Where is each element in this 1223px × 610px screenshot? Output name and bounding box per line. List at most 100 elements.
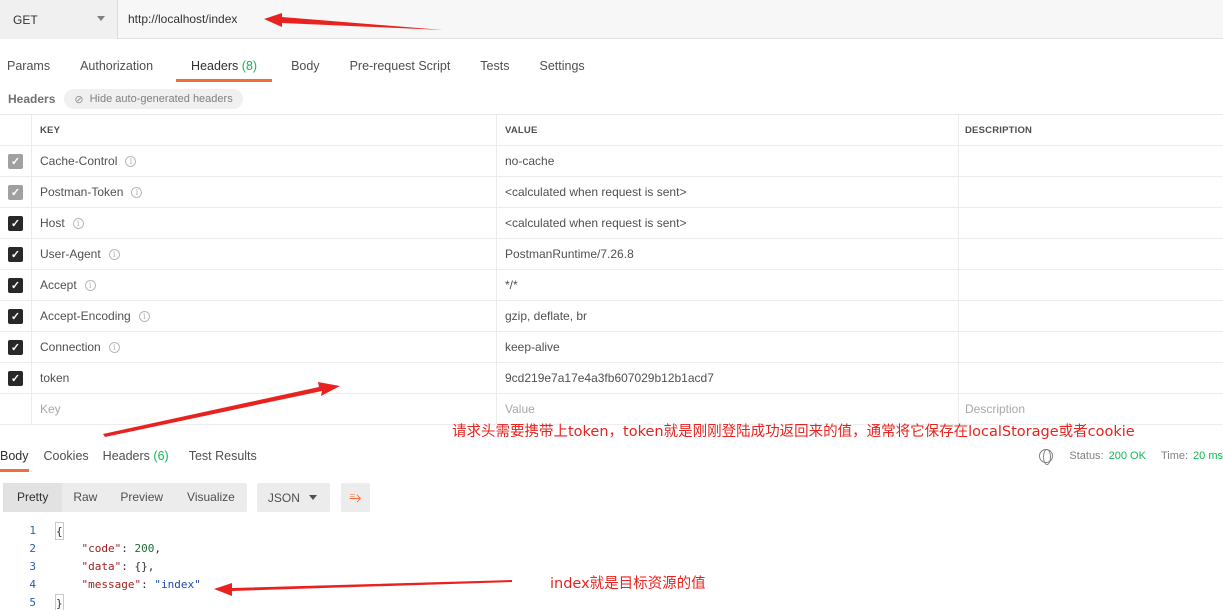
checkbox[interactable]: ✓: [8, 370, 23, 386]
info-icon[interactable]: i: [72, 217, 84, 229]
view-pretty-button[interactable]: Pretty: [3, 483, 63, 512]
info-icon[interactable]: i: [108, 248, 120, 260]
method-select[interactable]: GET: [0, 0, 118, 39]
line-number: 4: [29, 578, 36, 591]
checkbox[interactable]: ✓: [8, 308, 23, 324]
json-separator: :: [121, 542, 135, 555]
checkbox[interactable]: ✓: [8, 215, 23, 231]
header-key[interactable]: Postman-Token i: [32, 177, 497, 207]
code-bracket: {: [55, 522, 64, 540]
table-row: ✓ token 9cd219e7a17e4a3fb607029b12b1acd7: [0, 363, 1223, 394]
header-value[interactable]: keep-alive: [497, 332, 959, 362]
header-key[interactable]: Connection i: [32, 332, 497, 362]
header-value[interactable]: */*: [497, 270, 959, 300]
info-icon[interactable]: i: [125, 155, 137, 167]
tab-authorization[interactable]: Authorization: [73, 52, 160, 80]
globe-icon[interactable]: [1039, 449, 1054, 465]
header-key[interactable]: User-Agent i: [32, 239, 497, 269]
response-tab-body[interactable]: Body: [0, 444, 29, 472]
tab-label: Authorization: [80, 59, 154, 73]
tab-count: (6): [153, 449, 169, 463]
header-description[interactable]: [959, 208, 1223, 238]
info-icon[interactable]: i: [108, 341, 120, 353]
info-icon[interactable]: i: [84, 279, 96, 291]
response-tabs: Body Cookies Headers (6) Test Results: [0, 444, 271, 472]
header-description[interactable]: [959, 177, 1223, 207]
header-value[interactable]: no-cache: [497, 146, 959, 176]
header-value[interactable]: gzip, deflate, br: [497, 301, 959, 331]
code-gutter: [36, 576, 55, 594]
tab-label: Body: [291, 59, 320, 73]
index-arrow-icon: [214, 580, 512, 596]
tab-settings[interactable]: Settings: [532, 52, 591, 80]
checkbox-cell: ✓: [0, 177, 32, 207]
table-row: ✓ Accept i */*: [0, 270, 1223, 301]
check-icon: ✓: [10, 341, 21, 354]
url-input[interactable]: http://localhost/index: [118, 0, 1223, 38]
header-key[interactable]: token: [32, 363, 497, 393]
url-bar: GET http://localhost/index: [0, 0, 1223, 39]
code-line: 2 "code": 200,: [0, 540, 201, 558]
checkbox[interactable]: ✓: [8, 184, 23, 200]
header-key-text: Accept: [40, 278, 77, 292]
header-key-text: User-Agent: [40, 247, 101, 261]
view-raw-button[interactable]: Raw: [62, 483, 108, 512]
code-gutter: [36, 522, 55, 540]
header-key[interactable]: Host i: [32, 208, 497, 238]
header-key-text: Postman-Token: [40, 185, 124, 199]
info-icon[interactable]: i: [138, 310, 150, 322]
view-preview-button[interactable]: Preview: [108, 483, 175, 512]
header-description[interactable]: [959, 363, 1223, 393]
header-value[interactable]: 9cd219e7a17e4a3fb607029b12b1acd7: [497, 363, 959, 393]
eye-off-icon: ⊘: [74, 93, 84, 106]
json-key: "data": [81, 560, 122, 573]
checkbox[interactable]: ✓: [8, 339, 23, 355]
json-key: "code": [81, 542, 122, 555]
checkbox[interactable]: ✓: [8, 153, 23, 169]
hide-auto-headers-button[interactable]: ⊘ Hide auto-generated headers: [64, 89, 243, 109]
checkbox-column-header: [0, 115, 32, 145]
response-body-code[interactable]: 1{2 "code": 200, 3 "data": {}, 4 "message"…: [0, 522, 201, 610]
info-icon[interactable]: i: [131, 186, 143, 198]
status-value: 200 OK: [1108, 450, 1146, 462]
tab-count: (8): [241, 59, 258, 73]
tab-label: Params: [7, 59, 51, 73]
headers-toolbar: Headers ⊘ Hide auto-generated headers: [8, 89, 243, 109]
header-key[interactable]: Accept-Encoding i: [32, 301, 497, 331]
header-key[interactable]: Cache-Control i: [32, 146, 497, 176]
tab-label: Headers: [102, 449, 150, 463]
header-key-text: token: [40, 371, 70, 385]
header-value[interactable]: <calculated when request is sent>: [497, 177, 959, 207]
tab-headers[interactable]: Headers (8): [176, 52, 273, 82]
checkbox[interactable]: ✓: [8, 277, 23, 293]
table-row: ✓ Host i <calculated when request is sent>: [0, 208, 1223, 239]
checkbox[interactable]: ✓: [8, 246, 23, 262]
tab-label: Headers: [191, 59, 239, 73]
tab-params[interactable]: Params: [0, 52, 57, 80]
response-tab-cookies[interactable]: Cookies: [44, 444, 89, 468]
header-value[interactable]: <calculated when request is sent>: [497, 208, 959, 238]
view-visualize-button[interactable]: Visualize: [175, 483, 247, 512]
header-description[interactable]: [959, 301, 1223, 331]
response-tab-test-results[interactable]: Test Results: [189, 444, 257, 468]
json-key: "message": [81, 578, 142, 591]
format-select[interactable]: JSON: [256, 483, 330, 512]
checkbox-cell: ✓: [0, 301, 32, 331]
header-description[interactable]: [959, 146, 1223, 176]
new-key-input[interactable]: Key: [32, 394, 497, 424]
checkbox-cell: ✓: [0, 332, 32, 362]
header-description[interactable]: [959, 270, 1223, 300]
tab-tests[interactable]: Tests: [473, 52, 516, 80]
code-line: 3 "data": {},: [0, 558, 201, 576]
header-key[interactable]: Accept i: [32, 270, 497, 300]
request-tabs: Params Authorization Headers (8) Body Pr…: [0, 52, 592, 82]
tab-body[interactable]: Body: [284, 52, 327, 80]
column-header-description: DESCRIPTION: [965, 124, 1033, 136]
header-description[interactable]: [959, 332, 1223, 362]
response-tab-headers[interactable]: Headers (6): [103, 444, 169, 468]
tab-pre-request-script[interactable]: Pre-request Script: [343, 52, 458, 80]
header-value[interactable]: PostmanRuntime/7.26.8: [497, 239, 959, 269]
header-description[interactable]: [959, 239, 1223, 269]
table-row: ✓ Accept-Encoding i gzip, deflate, br: [0, 301, 1223, 332]
wrap-lines-button[interactable]: ⥱: [340, 483, 370, 512]
